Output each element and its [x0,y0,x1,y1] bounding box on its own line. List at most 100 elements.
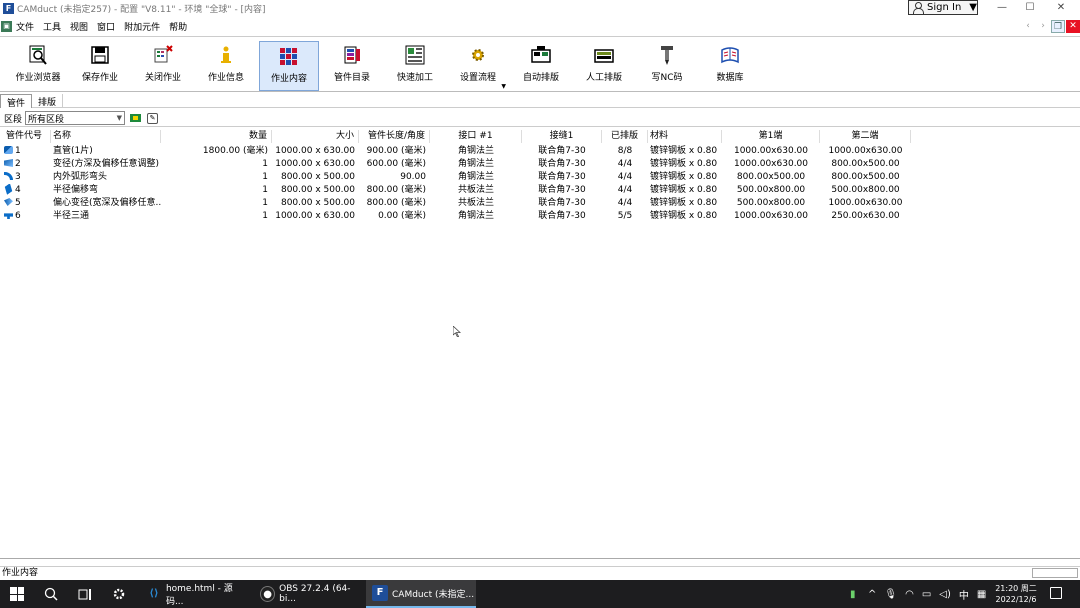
search-button[interactable] [34,580,68,608]
column-header[interactable]: 材料 [648,130,722,143]
menu-addons[interactable]: 附加元件 [124,20,160,33]
row-name: 内外弧形弯头 [53,172,108,182]
flag-icon[interactable] [130,114,142,122]
quick-process-button[interactable]: 快速加工 [385,41,445,91]
mdi-close-button[interactable]: ✕ [1066,20,1080,33]
column-header[interactable]: 数量 [161,130,272,143]
title-bar: F CAMduct (未指定257) - 配置 "V8.11" - 环境 "全球… [0,0,1080,17]
column-header[interactable]: 大小 [272,130,359,143]
save-job-button[interactable]: 保存作业 [70,41,130,91]
power-icon[interactable]: ▭ [922,589,931,600]
column-header[interactable]: 已排版 [602,130,648,143]
column-header[interactable]: 管件长度/角度 [359,130,430,143]
quick-process-icon [404,44,426,66]
column-header[interactable]: 第二端 [820,130,911,143]
windows-logo-icon [10,587,24,601]
close-job-button[interactable]: 关闭作业 [133,41,193,91]
row-connector: 共板法兰 [457,185,494,195]
fitting-catalog-button[interactable]: 管件目录 [322,41,382,91]
setup-process-button[interactable]: 设置流程 ▼ [448,41,508,91]
battery-icon[interactable]: ▮ [850,589,860,600]
user-icon [912,2,924,14]
chevron-right-icon[interactable]: › [1036,20,1050,33]
row-end1: 1000.00x630.00 [733,211,809,221]
chevron-up-icon[interactable]: ^ [868,589,876,600]
row-code: 1 [15,146,21,156]
table-row[interactable]: 5 偏心变径(宽深及偏移任意... 1 800.00 x 500.00 800.… [0,197,912,210]
tab-fittings[interactable]: 管件 [0,94,33,109]
setup-process-icon [467,44,489,66]
minimize-button[interactable]: — [987,0,1017,17]
settings-button[interactable] [102,580,136,608]
row-size: 800.00 x 500.00 [280,172,355,182]
job-contents-button[interactable]: 作业内容 [259,41,319,91]
column-header[interactable]: 接缝1 [522,130,602,143]
menu-view[interactable]: 视图 [70,20,88,33]
manual-nest-button[interactable]: 人工排版 [574,41,634,91]
zone-select[interactable]: 所有区段 ▼ [25,111,126,125]
job-browser-label: 作业浏览器 [15,73,61,83]
table-row[interactable]: 2 变径(方深及偏移任意调整) 1 1000.00 x 630.00 600.0… [0,158,912,171]
job-browser-button[interactable]: 作业浏览器 [8,41,68,91]
manual-nest-label: 人工排版 [585,73,622,83]
taskbar-clock[interactable]: 21:20 周二 2022/12/6 [993,583,1039,605]
mouse-cursor-icon [453,326,461,337]
write-nc-button[interactable]: 写NC码 [637,41,697,91]
microphone-icon[interactable]: 🎙 [884,589,897,600]
start-button[interactable] [0,580,34,608]
row-end1: 1000.00x630.00 [733,159,809,169]
table-row[interactable]: 4 半径偏移弯 1 800.00 x 500.00 800.00 (毫米) 共板… [0,184,912,197]
status-panel [1032,568,1078,578]
taskbar-app-vscode[interactable]: ⟨⟩ home.html - 源码... [140,580,250,608]
document-icon[interactable]: ▣ [1,21,12,32]
fitting-catalog-icon [341,44,363,66]
row-qty: 1 [262,185,268,195]
mdi-restore-button[interactable]: ❐ [1051,20,1065,33]
menu-window[interactable]: 窗口 [97,20,115,33]
tab-nesting[interactable]: 排版 [32,94,64,108]
menu-tools[interactable]: 工具 [43,20,61,33]
save-job-icon [89,44,111,66]
auto-nest-button[interactable]: 自动排版 [511,41,571,91]
column-header[interactable]: 管件代号 [4,130,51,143]
notification-icon[interactable] [1050,587,1062,599]
row-end2: 1000.00x630.00 [828,146,903,156]
maximize-button[interactable]: ☐ [1015,0,1045,17]
edit-zone-icon[interactable]: ✎ [147,112,159,124]
row-connector: 角钢法兰 [457,172,494,182]
input-mode-icon[interactable]: ▦ [977,589,986,600]
table-row[interactable]: 1 直管(1片) 1800.00 (毫米) 1000.00 x 630.00 9… [0,145,912,158]
save-job-label: 保存作业 [81,73,118,83]
column-header[interactable]: 接口 #1 [430,130,522,143]
menu-help[interactable]: 帮助 [169,20,187,33]
column-header[interactable]: 名称 [51,130,161,143]
job-info-label: 作业信息 [207,73,244,83]
row-code-cell: 1 [0,145,51,158]
row-name: 半径偏移弯 [53,185,99,195]
taskbar-app-camduct[interactable]: F CAMduct (未指定... [366,580,476,608]
row-length: 800.00 (毫米) [366,185,426,195]
table-row[interactable]: 6 半径三通 1 1000.00 x 630.00 0.00 (毫米) 角钢法兰… [0,210,912,223]
taskbar-app-obs[interactable]: ● OBS 27.2.4 (64-bi... [254,580,362,608]
job-info-button[interactable]: 作业信息 [196,41,256,91]
search-icon [44,587,58,601]
table-header: 管件代号 名称 数量 大小 管件长度/角度 接口 #1 接缝1 已排版 材料 第… [0,130,912,143]
job-browser-icon [27,44,49,66]
fittings-table: 管件代号 名称 数量 大小 管件长度/角度 接口 #1 接缝1 已排版 材料 第… [0,129,1080,559]
column-header[interactable]: 第1端 [722,130,820,143]
wifi-icon[interactable]: ◠ [905,589,914,600]
chevron-left-icon[interactable]: ‹ [1021,20,1035,33]
table-row[interactable]: 3 内外弧形弯头 1 800.00 x 500.00 90.00 角钢法兰 联合… [0,171,912,184]
ime-indicator[interactable]: 中 [959,587,969,602]
database-button[interactable]: 数据库 [700,41,760,91]
row-material: 镀锌钢板 x 0.80 [650,172,718,182]
row-connector: 共板法兰 [457,198,494,208]
menu-file[interactable]: 文件 [16,20,34,33]
row-end1: 500.00x800.00 [736,198,806,208]
close-button[interactable]: ✕ [1046,0,1076,17]
sign-in-button[interactable]: Sign In ▼ [908,0,978,15]
task-view-button[interactable] [68,580,102,608]
dropdown-arrow-icon[interactable]: ▼ [501,83,506,90]
volume-icon[interactable]: ◁) [939,589,951,600]
tee-icon [4,213,13,219]
